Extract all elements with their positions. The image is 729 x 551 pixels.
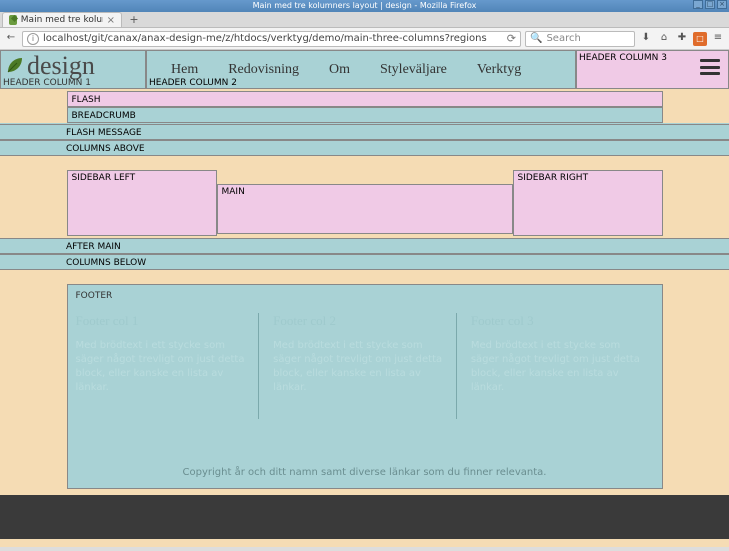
footer-col-3-title: Footer col 3 xyxy=(471,313,644,329)
browser-tabbar: Main med tre kolumner × + xyxy=(0,12,729,28)
footer-col-1: Footer col 1 Med brödtext i ett stycke s… xyxy=(76,313,260,419)
header-col-1-label: HEADER COLUMN 1 xyxy=(1,78,91,88)
search-icon: 🔍 xyxy=(530,33,542,44)
below-fold-dark xyxy=(0,495,729,539)
header-col-2: Hem Redovisning Om Styleväljare Verktyg … xyxy=(146,50,576,89)
browser-tab[interactable]: Main med tre kolumner × xyxy=(2,12,122,27)
region-columns-below: COLUMNS BELOW xyxy=(0,254,729,270)
footer-col-2-title: Footer col 2 xyxy=(273,313,446,329)
page-header: design HEADER COLUMN 1 Hem Redovisning O… xyxy=(0,50,729,89)
main-region: MAIN xyxy=(217,184,513,234)
back-button[interactable]: ← xyxy=(4,32,18,46)
nav-verktyg[interactable]: Verktyg xyxy=(477,62,521,78)
region-columns-above: COLUMNS ABOVE xyxy=(0,140,729,156)
new-tab-button[interactable]: + xyxy=(126,13,142,27)
header-col-3-label: HEADER COLUMN 3 xyxy=(579,53,667,63)
region-flash-message-label: FLASH MESSAGE xyxy=(66,128,142,138)
url-bar[interactable]: i localhost/git/canax/anax-design-me/z/h… xyxy=(22,31,521,47)
browser-menu-icon[interactable]: ≡ xyxy=(711,32,725,46)
logo-leaf-icon xyxy=(5,55,25,75)
footer: FOOTER Footer col 1 Med brödtext i ett s… xyxy=(67,284,663,489)
footer-col-3: Footer col 3 Med brödtext i ett stycke s… xyxy=(471,313,654,419)
copyright: Copyright år och ditt namn samt diverse … xyxy=(76,457,654,478)
nav-stylevaljare[interactable]: Styleväljare xyxy=(380,62,447,78)
header-col-1: design HEADER COLUMN 1 xyxy=(0,50,146,89)
header-col-2-label: HEADER COLUMN 2 xyxy=(149,78,237,88)
favicon-icon xyxy=(9,15,17,25)
os-titlebar: Main med tre kolumners layout | design -… xyxy=(0,0,729,12)
region-columns-above-label: COLUMNS ABOVE xyxy=(66,144,145,154)
footer-col-1-title: Footer col 1 xyxy=(76,313,249,329)
search-box[interactable]: 🔍 Search xyxy=(525,31,635,47)
region-breadcrumb: BREADCRUMB xyxy=(67,107,663,123)
region-columns-below-label: COLUMNS BELOW xyxy=(66,258,146,268)
footer-col-1-body: Med brödtext i ett stycke som säger någo… xyxy=(76,339,249,395)
region-flash-message: FLASH MESSAGE xyxy=(0,124,729,140)
search-placeholder: Search xyxy=(546,33,580,44)
sidebar-left: SIDEBAR LEFT xyxy=(67,170,217,236)
region-after-main: AFTER MAIN xyxy=(0,238,729,254)
browser-viewport: design HEADER COLUMN 1 Hem Redovisning O… xyxy=(0,50,729,551)
nav-redovisning[interactable]: Redovisning xyxy=(228,62,299,78)
site-info-icon[interactable]: i xyxy=(27,33,39,45)
url-text: localhost/git/canax/anax-design-me/z/htd… xyxy=(43,33,487,44)
footer-col-2: Footer col 2 Med brödtext i ett stycke s… xyxy=(273,313,457,419)
region-after-main-label: AFTER MAIN xyxy=(66,242,121,252)
nav-hem[interactable]: Hem xyxy=(171,62,198,78)
header-col-3: HEADER COLUMN 3 xyxy=(576,50,729,89)
sidebar-right: SIDEBAR RIGHT xyxy=(513,170,663,236)
tab-close-icon[interactable]: × xyxy=(107,15,115,26)
window-max-button[interactable]: □ xyxy=(705,0,715,9)
footer-col-2-body: Med brödtext i ett stycke som säger någo… xyxy=(273,339,446,395)
tab-title: Main med tre kolumner xyxy=(21,15,103,25)
footer-label: FOOTER xyxy=(76,291,654,301)
main-row: SIDEBAR LEFT MAIN SIDEBAR RIGHT xyxy=(67,170,663,236)
extension-icon[interactable]: □ xyxy=(693,32,707,46)
window-min-button[interactable]: _ xyxy=(693,0,703,9)
browser-toolbar: ← i localhost/git/canax/anax-design-me/z… xyxy=(0,28,729,50)
download-icon[interactable]: ⬇ xyxy=(639,32,653,46)
hamburger-icon[interactable] xyxy=(700,59,720,75)
os-title: Main med tre kolumners layout | design -… xyxy=(253,0,477,12)
pocket-icon[interactable]: ✚ xyxy=(675,32,689,46)
window-close-button[interactable]: × xyxy=(717,0,727,9)
region-flash: FLASH xyxy=(67,91,663,107)
os-statusbar xyxy=(0,547,729,551)
nav-om[interactable]: Om xyxy=(329,62,350,78)
reload-icon[interactable]: ⟳ xyxy=(507,32,516,45)
footer-col-3-body: Med brödtext i ett stycke som säger någo… xyxy=(471,339,644,395)
home-icon[interactable]: ⌂ xyxy=(657,32,671,46)
